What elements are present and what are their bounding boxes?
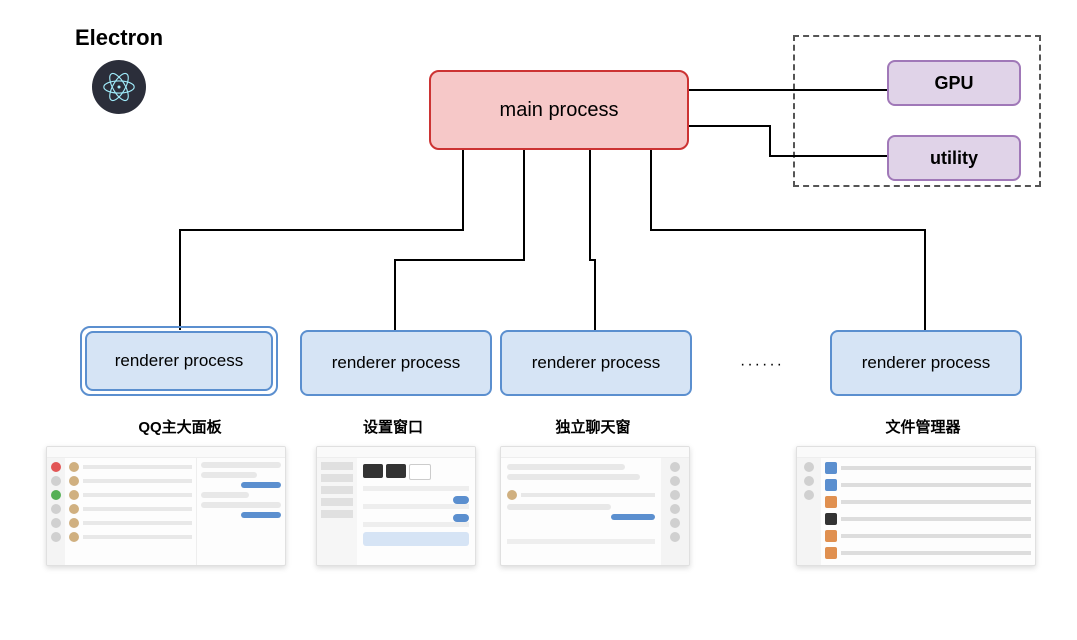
renderer-box-2: renderer process — [300, 330, 492, 396]
renderer-label: renderer process — [115, 351, 244, 371]
renderer-box-4: renderer process — [830, 330, 1022, 396]
caption-1: QQ主大面板 — [85, 416, 275, 437]
renderer-label: renderer process — [332, 353, 461, 373]
thumbnail-settings — [316, 446, 476, 566]
title-electron: Electron — [75, 25, 163, 51]
caption-3: 独立聊天窗 — [498, 416, 688, 437]
caption-2: 设置窗口 — [298, 416, 488, 437]
utility-label: utility — [930, 148, 978, 169]
electron-logo-icon — [92, 60, 146, 114]
thumbnail-chat — [500, 446, 690, 566]
renderer-box-3: renderer process — [500, 330, 692, 396]
gpu-box: GPU — [887, 60, 1021, 106]
gpu-label: GPU — [934, 73, 973, 94]
thumbnail-qq-panel — [46, 446, 286, 566]
renderer-label: renderer process — [532, 353, 661, 373]
ellipsis: ······ — [740, 356, 784, 374]
renderer-label: renderer process — [862, 353, 991, 373]
main-process-label: main process — [500, 99, 619, 122]
utility-box: utility — [887, 135, 1021, 181]
renderer-box-1: renderer process — [80, 326, 278, 396]
thumbnail-file-manager — [796, 446, 1036, 566]
caption-4: 文件管理器 — [828, 416, 1018, 437]
main-process-box: main process — [429, 70, 689, 150]
